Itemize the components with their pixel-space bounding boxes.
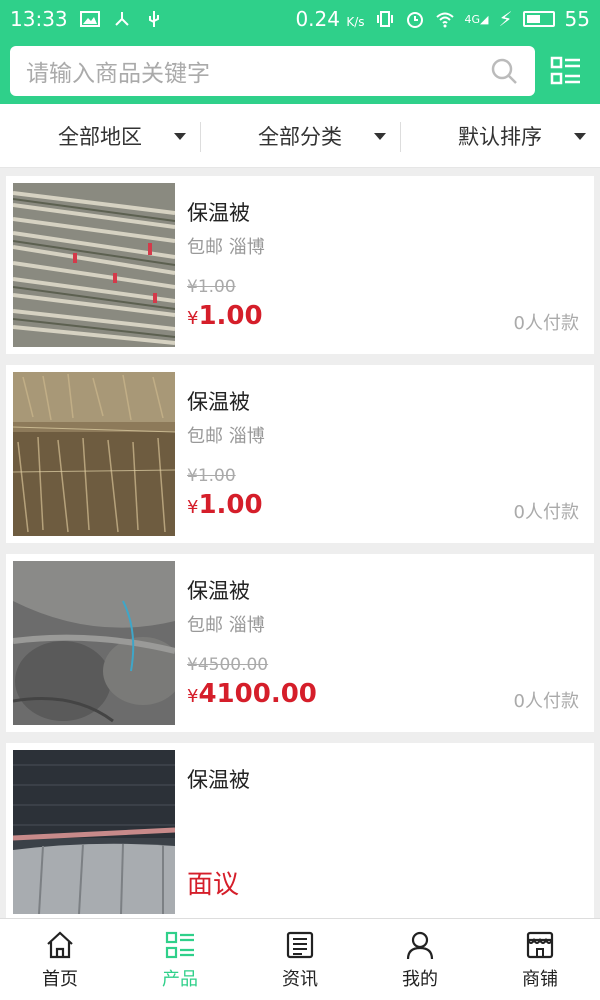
product-price: ¥1.00 [187, 301, 263, 331]
caret-down-icon [374, 133, 386, 140]
product-card[interactable]: 保温被 包邮 淄博 ¥1.00 ¥1.00 0人付款 [6, 365, 594, 543]
filter-category[interactable]: 全部分类 [200, 104, 400, 167]
product-card[interactable]: 保温被 包邮 淄博 ¥1.00 ¥1.00 0人付款 [6, 176, 594, 354]
product-image-felt[interactable] [13, 561, 175, 725]
network-speed: 0.24 K/s [295, 7, 365, 31]
bottom-nav: 首页 产品 资讯 我的 商铺 [0, 918, 600, 1000]
news-icon [286, 931, 314, 958]
signal-4g-icon: 4G◢ [464, 12, 489, 26]
filter-label: 默认排序 [458, 124, 542, 149]
nav-products[interactable]: 产品 [120, 919, 240, 1000]
price-negotiable: 面议 [187, 870, 240, 900]
vibrate-icon [376, 11, 393, 27]
paid-count: 0人付款 [513, 691, 579, 712]
product-price: ¥1.00 [187, 490, 263, 520]
product-name: 保温被 [187, 201, 250, 225]
product-name: 保温被 [187, 390, 250, 414]
charging-icon: ⚡ [498, 7, 513, 31]
battery-level: 55 [564, 7, 590, 31]
original-price: ¥4500.00 [187, 655, 269, 675]
product-meta: 包邮 淄博 [187, 615, 265, 636]
filter-region[interactable]: 全部地区 [0, 104, 200, 167]
filter-sort[interactable]: 默认排序 [400, 104, 600, 167]
wifi-icon [435, 12, 454, 28]
paid-count: 0人付款 [513, 313, 579, 334]
status-bar: 13:33 0.24 K/s 4G◢ ⚡ 55 [0, 0, 600, 38]
caret-down-icon [574, 133, 586, 140]
product-meta: 包邮 淄博 [187, 426, 265, 447]
nav-home[interactable]: 首页 [0, 919, 120, 1000]
nav-label: 首页 [42, 968, 78, 990]
image-icon [79, 11, 100, 27]
filter-bar: 全部地区 全部分类 默认排序 [0, 104, 600, 168]
nav-label: 商铺 [522, 968, 558, 990]
view-toggle-icon[interactable] [549, 54, 583, 88]
search-icon[interactable] [489, 56, 519, 86]
search-placeholder: 请输入商品关键字 [26, 61, 210, 87]
product-card[interactable]: 保温被 面议 [6, 743, 594, 921]
product-image-greenhouse[interactable] [13, 750, 175, 914]
original-price: ¥1.00 [187, 277, 236, 297]
product-name: 保温被 [187, 768, 250, 792]
product-name: 保温被 [187, 579, 250, 603]
home-icon [47, 931, 73, 958]
product-card[interactable]: 保温被 包邮 淄博 ¥4500.00 ¥4100.00 0人付款 [6, 554, 594, 732]
user-icon [406, 931, 434, 959]
header: 请输入商品关键字 [0, 38, 600, 104]
battery-icon [522, 11, 555, 27]
product-image-straw[interactable] [13, 372, 175, 536]
caret-down-icon [174, 133, 186, 140]
product-price: ¥4100.00 [187, 679, 317, 709]
nav-label: 我的 [402, 968, 438, 990]
list-icon [165, 931, 194, 958]
share-icon [114, 12, 129, 26]
search-input[interactable]: 请输入商品关键字 [10, 46, 535, 96]
nav-label: 产品 [162, 968, 198, 990]
store-icon [526, 931, 554, 958]
status-time: 13:33 [10, 7, 68, 31]
product-image-bamboo[interactable] [13, 183, 175, 347]
filter-label: 全部分类 [258, 124, 342, 149]
filter-label: 全部地区 [58, 124, 142, 149]
nav-label: 资讯 [282, 968, 318, 990]
paid-count: 0人付款 [513, 502, 579, 523]
nav-news[interactable]: 资讯 [240, 919, 360, 1000]
original-price: ¥1.00 [187, 466, 236, 486]
product-meta: 包邮 淄博 [187, 237, 265, 258]
alarm-icon [406, 12, 423, 28]
nav-profile[interactable]: 我的 [360, 919, 480, 1000]
product-list: 保温被 包邮 淄博 ¥1.00 ¥1.00 0人付款 保温被 包邮 淄博 ¥1.… [6, 176, 594, 932]
usb-icon [148, 11, 159, 27]
nav-store[interactable]: 商铺 [480, 919, 600, 1000]
